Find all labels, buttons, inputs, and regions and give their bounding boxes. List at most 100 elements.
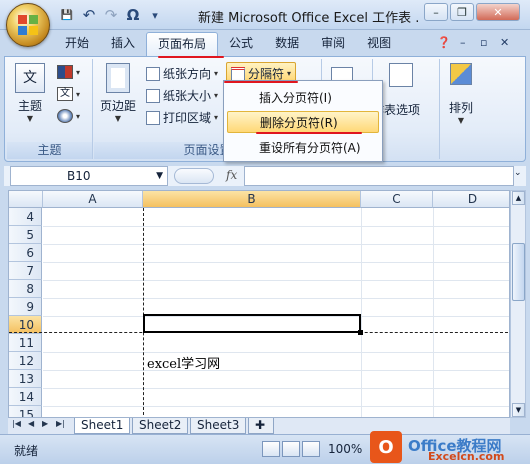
sheet-tab-1[interactable]: Sheet1	[74, 418, 131, 434]
row-header-12[interactable]: 12	[9, 352, 42, 370]
column-header-a[interactable]: A	[43, 191, 143, 208]
print-area-icon	[146, 110, 160, 125]
column-header-c[interactable]: C	[361, 191, 433, 208]
scroll-thumb[interactable]	[512, 243, 525, 301]
sheet-options-button[interactable]: 作表选项	[372, 63, 420, 118]
margins-button[interactable]: 页边距 ▼	[100, 63, 136, 123]
restore-button[interactable]: ❐	[450, 3, 474, 21]
column-header-b[interactable]: B	[143, 191, 361, 208]
ribbon-minimize-icon[interactable]: –	[460, 36, 466, 49]
tab-data[interactable]: 数据	[264, 32, 310, 56]
row-header-14[interactable]: 14	[9, 388, 42, 406]
insert-sheet-icon[interactable]: ✚	[248, 418, 274, 434]
fill-handle[interactable]	[358, 330, 363, 335]
tab-formulas[interactable]: 公式	[218, 32, 264, 56]
scroll-up-icon[interactable]: ▲	[512, 191, 525, 205]
print-area-button[interactable]: 打印区域 ▾	[146, 109, 218, 126]
insert-page-break-item[interactable]: 插入分页符(I)	[227, 87, 379, 109]
name-box-dropdown-icon[interactable]: ▼	[156, 167, 163, 185]
arrange-button[interactable]: 排列 ▼	[449, 63, 473, 125]
customize-qat-icon[interactable]: ▾	[146, 6, 164, 24]
watermark-site: Excelcn.com	[428, 450, 505, 463]
row-header-6[interactable]: 6	[9, 244, 42, 262]
last-sheet-icon[interactable]: ▶|	[56, 419, 65, 428]
annotation-underline-breaks	[224, 81, 298, 83]
page-break-preview-icon[interactable]	[302, 441, 320, 457]
cell-b12[interactable]: excel学习网	[147, 353, 220, 372]
margins-icon	[106, 63, 130, 93]
sheet-tab-2[interactable]: Sheet2	[132, 418, 189, 434]
page-layout-view-icon[interactable]	[282, 441, 300, 457]
normal-view-icon[interactable]	[262, 441, 280, 457]
quick-access-toolbar: 💾 ↶ ↷ Ω ▾	[58, 6, 164, 24]
active-cell-b10[interactable]	[143, 314, 361, 333]
size-button[interactable]: 纸张大小 ▾	[146, 87, 218, 104]
row-header-7[interactable]: 7	[9, 262, 42, 280]
redo-icon[interactable]: ↷	[102, 6, 120, 24]
save-icon[interactable]: 💾	[58, 6, 76, 24]
window-title: 新建 Microsoft Office Excel 工作表 ...	[198, 11, 420, 26]
select-all-corner[interactable]	[9, 191, 43, 208]
zoom-level[interactable]: 100%	[328, 442, 362, 456]
minimize-button[interactable]: –	[424, 3, 448, 21]
tab-home[interactable]: 开始	[54, 32, 100, 56]
arrange-icon	[450, 63, 472, 85]
row-header-11[interactable]: 11	[9, 334, 42, 352]
arrange-group: 排列 ▼	[441, 59, 491, 159]
row-header-13[interactable]: 13	[9, 370, 42, 388]
scroll-down-icon[interactable]: ▼	[512, 403, 525, 417]
office-brand-logo-icon: O	[370, 431, 402, 463]
vertical-page-break	[143, 208, 144, 417]
close-button[interactable]: ✕	[476, 3, 520, 21]
ribbon-close-icon[interactable]: ✕	[500, 36, 509, 49]
omega-symbol-icon[interactable]: Ω	[124, 6, 142, 24]
title-bar: 💾 ↶ ↷ Ω ▾ 新建 Microsoft Office Excel 工作表 …	[0, 0, 530, 30]
prev-sheet-icon[interactable]: ◀	[28, 419, 34, 428]
formula-input[interactable]	[244, 166, 514, 186]
annotation-underline-remove	[256, 132, 362, 134]
help-icon[interactable]: ❓	[437, 36, 451, 49]
row-header-4[interactable]: 4	[9, 208, 42, 226]
expand-formula-bar-icon[interactable]: ⌄	[514, 168, 522, 178]
tab-view[interactable]: 视图	[356, 32, 402, 56]
next-sheet-icon[interactable]: ▶	[42, 419, 48, 428]
themes-icon: 文	[15, 63, 45, 93]
office-logo-icon	[18, 15, 38, 35]
row-header-8[interactable]: 8	[9, 280, 42, 298]
tab-insert[interactable]: 插入	[100, 32, 146, 56]
breaks-menu: 插入分页符(I) 删除分页符(R) 重设所有分页符(A)	[223, 80, 383, 162]
reset-all-page-breaks-item[interactable]: 重设所有分页符(A)	[227, 137, 379, 159]
first-sheet-icon[interactable]: |◀	[12, 419, 21, 428]
theme-group: 文 主题 ▼ ▾ 文 ▾ ▾ 主题	[7, 59, 93, 159]
sheet-tab-bar: |◀ ◀ ▶ ▶| Sheet1 Sheet2 Sheet3 ✚	[8, 418, 510, 434]
status-bar: 就绪 100% O Office教程网 Excelcn.com	[0, 431, 530, 464]
tab-page-layout[interactable]: 页面布局	[146, 32, 219, 56]
row-header-5[interactable]: 5	[9, 226, 42, 244]
fonts-icon: 文	[57, 87, 73, 101]
annotation-underline-tab	[158, 56, 224, 58]
row-header-15[interactable]: 15	[9, 406, 42, 417]
sheet-options-group: 作表选项	[372, 59, 440, 159]
theme-colors-button[interactable]: ▾	[57, 65, 80, 79]
ribbon-restore-icon[interactable]: ▫	[480, 36, 487, 49]
worksheet-grid[interactable]: A B C D 4 5 6 7 8 9 10 11 12 13 14 15 ex…	[8, 190, 510, 418]
sheet-tab-3[interactable]: Sheet3	[190, 418, 247, 434]
tab-review[interactable]: 审阅	[310, 32, 356, 56]
insert-function-icon[interactable]: fx	[226, 168, 237, 182]
effects-icon	[57, 109, 73, 123]
remove-page-break-item[interactable]: 删除分页符(R)	[227, 111, 379, 133]
name-box[interactable]: B10 ▼	[10, 166, 168, 186]
row-header-9[interactable]: 9	[9, 298, 42, 316]
orientation-icon	[146, 66, 160, 81]
theme-fonts-button[interactable]: 文 ▾	[57, 87, 80, 101]
theme-group-label: 主题	[7, 142, 92, 159]
status-ready: 就绪	[14, 444, 39, 458]
themes-button[interactable]: 文 主题 ▼	[15, 63, 45, 123]
theme-effects-button[interactable]: ▾	[57, 109, 80, 123]
undo-icon[interactable]: ↶	[80, 6, 98, 24]
office-button[interactable]	[6, 3, 50, 47]
formula-bar-handle-icon[interactable]	[174, 168, 214, 184]
orientation-button[interactable]: 纸张方向 ▾	[146, 65, 218, 82]
column-header-d[interactable]: D	[433, 191, 509, 208]
vertical-scrollbar[interactable]: ▲ ▼	[510, 190, 526, 418]
